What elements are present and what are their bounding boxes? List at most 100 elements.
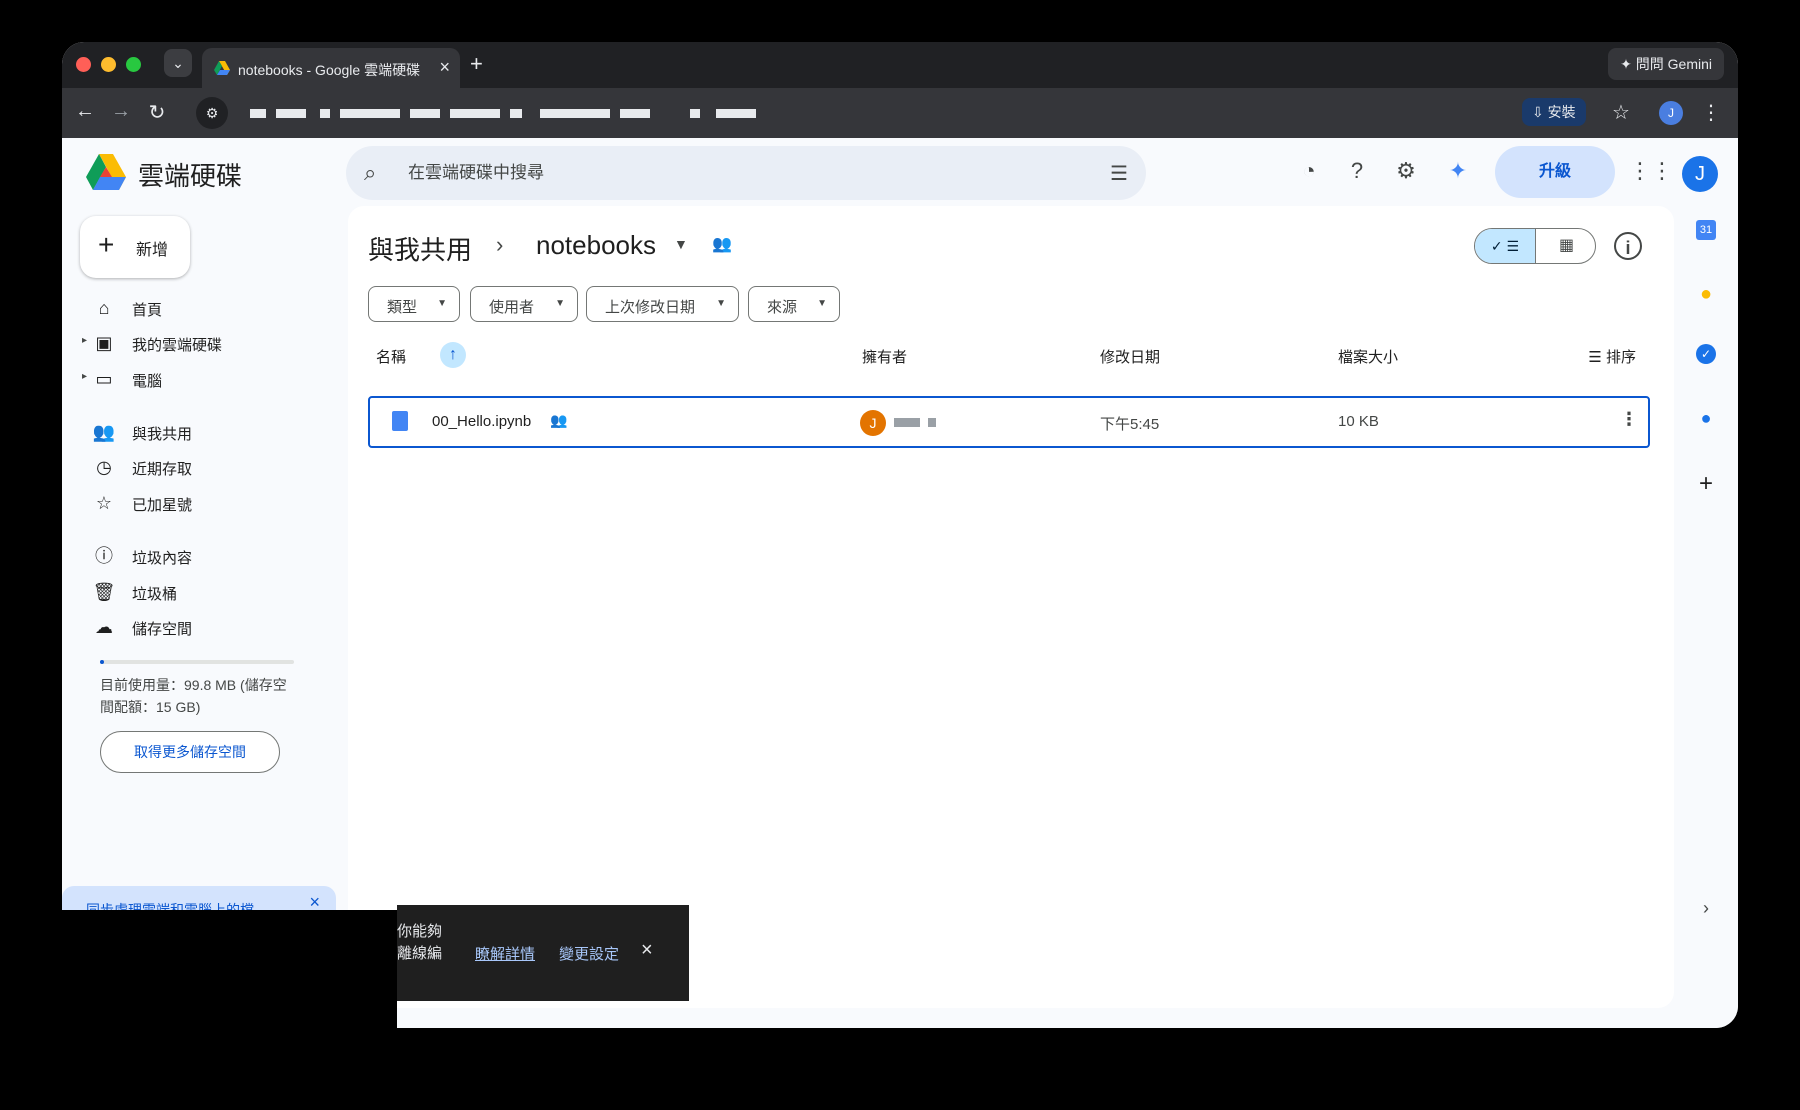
browser-tab[interactable]: notebooks - Google 雲端硬碟 × [202,48,460,88]
column-modified-header[interactable]: 修改日期 [1100,346,1160,367]
browser-toolbar: ← → ↻ ⚙ ⇩ 安裝 ☆ J ⋮ [62,88,1738,138]
offline-ready-icon[interactable]: ◔ [1294,156,1324,186]
filter-modified-chip[interactable]: 上次修改日期 ▼ [586,286,739,322]
storage-usage-fill [100,660,104,664]
search-options-icon[interactable]: ☰ [1110,161,1128,186]
help-icon[interactable]: ? [1342,156,1372,186]
drive-favicon-icon [214,61,230,75]
keep-icon[interactable]: ● [1694,282,1718,306]
site-info-icon[interactable]: ⚙ [196,97,228,129]
drive-logo-icon [86,154,126,190]
sort-ascending-icon[interactable]: ↑ [440,342,466,368]
sidebar-item-recent[interactable]: ◷ 近期存取 [92,451,312,483]
calendar-icon[interactable]: 31 [1696,220,1716,240]
filter-source-chip[interactable]: 來源 ▼ [748,286,840,322]
storage-usage-bar [100,660,294,664]
column-name-header[interactable]: 名稱 ↑ [376,342,466,368]
tab-search-button[interactable]: ⌄ [164,49,192,77]
back-icon[interactable]: ← [72,100,98,123]
settings-icon[interactable]: ⚙ [1391,156,1421,186]
gemini-icon[interactable]: ✦ [1443,156,1473,186]
filter-type-chip[interactable]: 類型 ▼ [368,286,460,322]
url-redacted [450,109,500,118]
sidebar-item-starred[interactable]: ☆ 已加星號 [92,487,312,519]
get-more-storage-button[interactable]: 取得更多儲存空間 [100,731,280,773]
url-redacted [320,109,330,118]
spam-icon: ⓘ [95,546,113,566]
url-redacted [690,109,700,118]
bookmark-star-icon[interactable]: ☆ [1608,100,1634,125]
toast-text: 你能夠 離線編 [397,923,443,962]
sidebar-item-home[interactable]: ⌂ 首頁 [92,292,312,324]
browser-profile-avatar[interactable]: J [1659,101,1683,125]
expand-panel-icon[interactable]: › [1694,896,1718,920]
url-redacted [540,109,610,118]
sort-options-button[interactable]: ☰ 排序 [1588,346,1636,367]
caret-down-icon: ▼ [555,298,565,309]
tasks-icon[interactable]: ✓ [1696,344,1716,364]
search-input[interactable] [408,160,1048,186]
view-toggle: ✓ ☰ ▦ [1474,228,1596,264]
maximize-window-button[interactable] [126,57,141,72]
screen-cover [0,910,397,1110]
sidebar-item-trash[interactable]: 🗑 垃圾桶 [92,576,312,608]
more-actions-icon[interactable]: ⋮ [1620,409,1638,430]
url-redacted [620,109,650,118]
install-icon: ⇩ [1532,104,1548,120]
address-bar[interactable]: ⚙ [196,96,1576,130]
expand-caret-icon[interactable]: ▸ [82,335,87,346]
shared-folder-icon[interactable]: 👥 [712,234,732,254]
upgrade-button[interactable]: 升級 [1495,146,1615,198]
new-button[interactable]: + 新增 [80,216,190,278]
owner-name-redacted [928,418,936,427]
search-icon[interactable]: ⌕ [364,160,376,186]
details-info-icon[interactable]: i [1614,232,1642,260]
account-avatar[interactable]: J [1682,156,1718,192]
ask-gemini-button[interactable]: ✦ 問問 Gemini [1608,48,1724,80]
contacts-icon[interactable]: ● [1694,406,1718,430]
sidebar-item-shared-with-me[interactable]: 👥 與我共用 [92,416,312,448]
close-window-button[interactable] [76,57,91,72]
sidebar-item-spam[interactable]: ⓘ 垃圾內容 [92,540,312,572]
plus-icon: + [98,229,115,260]
home-icon: ⌂ [98,298,110,318]
install-app-button[interactable]: ⇩ 安裝 [1522,98,1586,126]
learn-more-link[interactable]: 瞭解詳情 [475,943,535,964]
chevron-down-icon: ⌄ [172,55,184,71]
forward-icon[interactable]: → [108,100,134,123]
app-name: 雲端硬碟 [138,161,243,191]
list-view-button[interactable]: ✓ ☰ [1475,229,1536,263]
table-row[interactable]: 00_Hello.ipynb 👥 J 下午5:45 10 KB ⋮ [368,396,1650,448]
modified-date: 下午5:45 [1100,416,1160,433]
filter-people-chip[interactable]: 使用者 ▼ [470,286,578,322]
owner-avatar: J [860,410,886,436]
search-bar: ⌕ ☰ [346,146,1146,200]
sidebar-item-storage[interactable]: ☁ 儲存空間 [92,611,312,643]
chevron-right-icon: › [496,232,504,257]
change-settings-button[interactable]: 變更設定 [559,943,619,964]
new-tab-button[interactable]: + [470,51,483,77]
grid-view-button[interactable]: ▦ [1536,229,1595,263]
file-icon [392,411,408,431]
close-icon[interactable]: × [641,939,653,962]
tab-close-icon[interactable]: × [439,57,450,78]
sidebar-item-my-drive[interactable]: ▸ ▣ 我的雲端硬碟 [82,327,312,359]
minimize-window-button[interactable] [101,57,116,72]
reload-icon[interactable]: ↻ [144,100,170,125]
owner-name-redacted [894,418,920,427]
breadcrumb-root[interactable]: 與我共用 [368,230,472,267]
column-size-header[interactable]: 檔案大小 [1338,346,1398,367]
shared-icon: 👥 [550,412,568,428]
grid-view-icon: ▦ [1558,237,1575,254]
storage-usage-text: 目前使用量：99.8 MB (儲存空間配額：15 GB) [100,677,287,715]
folder-menu-caret-icon[interactable]: ▼ [674,236,688,252]
sidebar-item-computers[interactable]: ▸ ▭ 電腦 [82,363,312,395]
apps-grid-icon[interactable]: ⋮⋮ [1629,156,1673,186]
expand-caret-icon[interactable]: ▸ [82,371,87,382]
url-redacted [276,109,306,118]
browser-menu-icon[interactable]: ⋮ [1698,100,1724,125]
caret-down-icon: ▼ [817,298,827,309]
add-addon-icon[interactable]: + [1694,472,1718,496]
shared-with-me-icon: 👥 [92,422,116,442]
breadcrumb-current[interactable]: notebooks [536,230,656,261]
